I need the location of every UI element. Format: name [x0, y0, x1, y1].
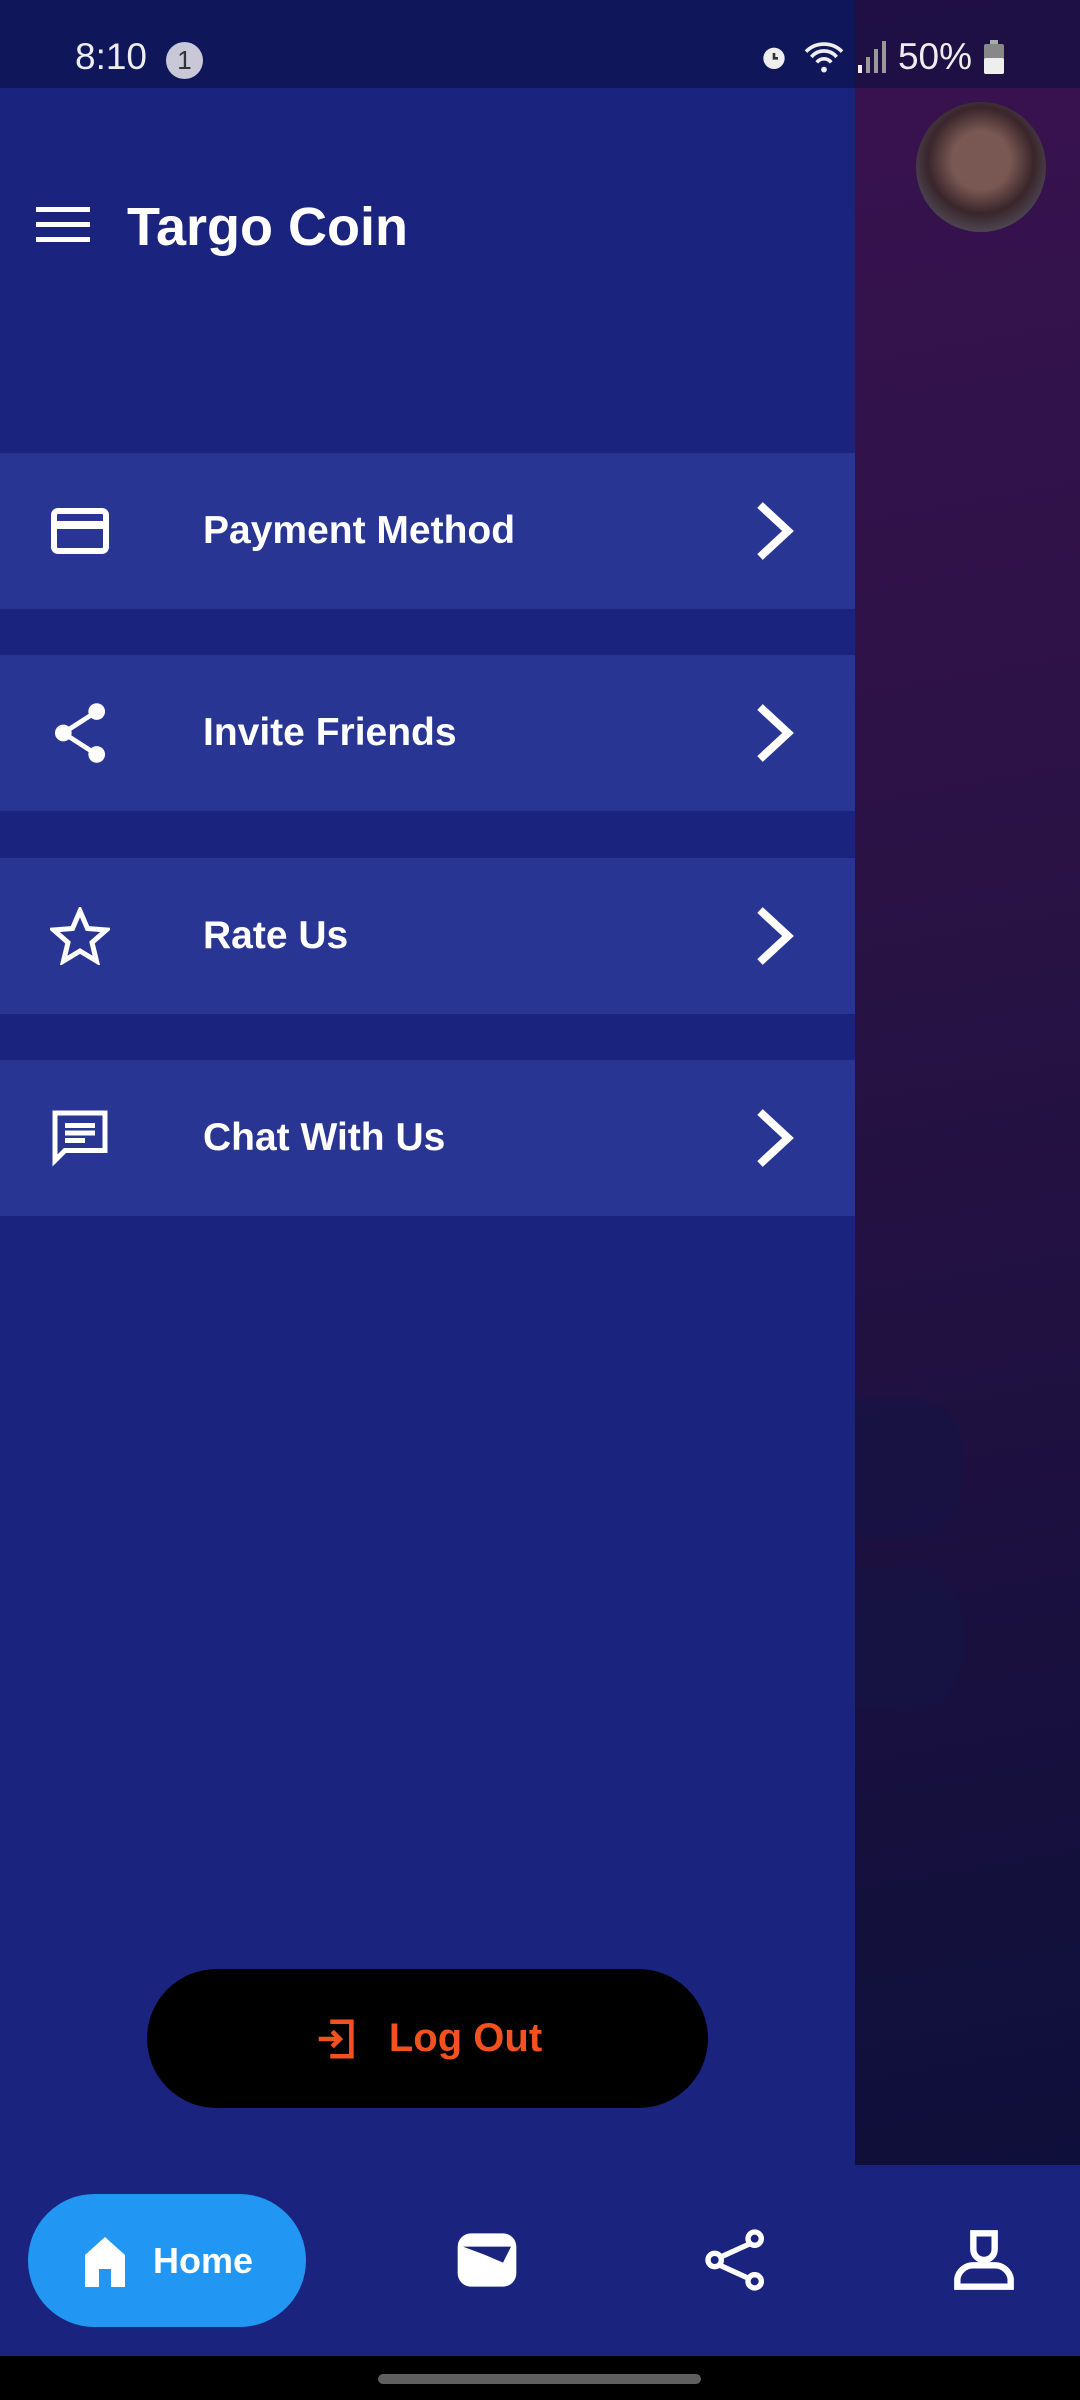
home-icon	[84, 2236, 125, 2287]
alarm-icon	[763, 47, 785, 69]
drawer-item-label: Chat With Us	[203, 1116, 446, 1159]
nav-home-button[interactable]: Home	[28, 2194, 306, 2327]
hamburger-menu-icon[interactable]	[36, 207, 90, 243]
drawer-item-payment-method[interactable]: Payment Method	[0, 453, 855, 609]
chat-icon	[48, 1106, 112, 1170]
drawer-item-invite-friends[interactable]: Invite Friends	[0, 655, 855, 811]
status-time: 8:10	[75, 36, 148, 77]
avatar[interactable]	[916, 102, 1046, 232]
logout-icon	[318, 2018, 354, 2059]
logout-label: Log Out	[388, 2016, 543, 2060]
wallet-icon[interactable]	[455, 2228, 519, 2292]
chevron-right-icon	[757, 1109, 794, 1167]
drawer-item-rate-us[interactable]: Rate Us	[0, 858, 855, 1014]
credit-card-icon	[48, 499, 112, 563]
drawer-item-label: Invite Friends	[203, 711, 457, 754]
drawer-scrim[interactable]	[855, 0, 1080, 2165]
status-bar: 8:10 1 50%	[0, 0, 1080, 88]
logout-button[interactable]: Log Out	[147, 1969, 708, 2108]
battery-icon	[984, 40, 1004, 74]
profile-icon[interactable]	[952, 2228, 1016, 2292]
drawer-item-label: Rate Us	[203, 914, 349, 957]
share-nav-icon[interactable]	[704, 2228, 768, 2292]
drawer-item-label: Payment Method	[203, 509, 516, 552]
chevron-right-icon	[757, 704, 794, 762]
nav-home-label: Home	[152, 2239, 254, 2281]
wifi-icon	[804, 42, 844, 73]
home-gesture-handle[interactable]	[378, 2374, 701, 2384]
star-icon	[48, 904, 112, 968]
drawer-title: Targo Coin	[127, 197, 408, 257]
notification-badge: 1	[166, 42, 203, 79]
share-icon	[48, 701, 112, 765]
signal-icon	[857, 41, 886, 73]
chevron-right-icon	[757, 502, 794, 560]
drawer-item-chat-with-us[interactable]: Chat With Us	[0, 1060, 855, 1216]
battery-percent: 50%	[897, 36, 972, 77]
chevron-right-icon	[757, 907, 794, 965]
